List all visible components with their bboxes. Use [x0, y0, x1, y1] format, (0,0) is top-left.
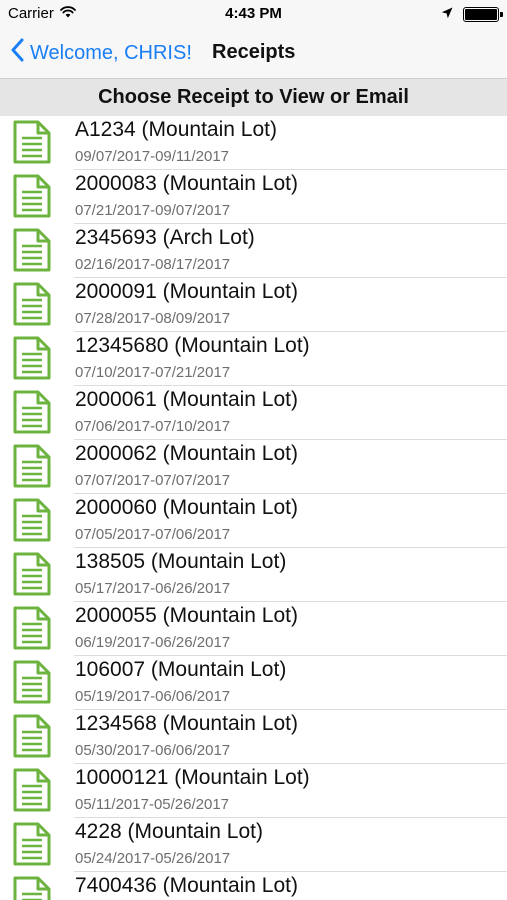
- status-right-group: [441, 6, 503, 23]
- receipt-row[interactable]: 2000083 (Mountain Lot) 07/21/2017-09/07/…: [0, 170, 507, 224]
- receipt-date-range: 06/19/2017-06/26/2017: [75, 634, 231, 651]
- receipt-row[interactable]: 7400436 (Mountain Lot): [0, 872, 507, 900]
- receipt-date-range: 05/30/2017-06/06/2017: [75, 742, 231, 759]
- document-icon: [12, 606, 52, 650]
- receipt-title: 2000091 (Mountain Lot): [75, 280, 298, 303]
- battery-icon: [463, 7, 503, 22]
- document-icon: [12, 282, 52, 326]
- receipt-title: 2345693 (Arch Lot): [75, 226, 255, 249]
- receipt-date-range: 07/06/2017-07/10/2017: [75, 418, 231, 435]
- receipt-row[interactable]: 138505 (Mountain Lot) 05/17/2017-06/26/2…: [0, 548, 507, 602]
- receipt-row[interactable]: 10000121 (Mountain Lot) 05/11/2017-05/26…: [0, 764, 507, 818]
- receipt-title: 106007 (Mountain Lot): [75, 658, 287, 681]
- receipt-title: 2000083 (Mountain Lot): [75, 172, 298, 195]
- receipt-date-range: 07/21/2017-09/07/2017: [75, 202, 231, 219]
- document-icon: [12, 228, 52, 272]
- document-icon: [12, 444, 52, 488]
- location-arrow-icon: [441, 6, 453, 23]
- receipt-title: 10000121 (Mountain Lot): [75, 766, 310, 789]
- receipt-row[interactable]: 2000061 (Mountain Lot) 07/06/2017-07/10/…: [0, 386, 507, 440]
- receipt-date-range: 05/11/2017-05/26/2017: [75, 796, 230, 813]
- receipt-title: 138505 (Mountain Lot): [75, 550, 287, 573]
- status-time: 4:43 PM: [225, 5, 282, 22]
- receipt-row[interactable]: 2000060 (Mountain Lot) 07/05/2017-07/06/…: [0, 494, 507, 548]
- receipt-row[interactable]: 106007 (Mountain Lot) 05/19/2017-06/06/2…: [0, 656, 507, 710]
- receipt-title: 4228 (Mountain Lot): [75, 820, 263, 843]
- receipt-date-range: 05/24/2017-05/26/2017: [75, 850, 231, 867]
- receipt-date-range: 02/16/2017-08/17/2017: [75, 256, 231, 273]
- document-icon: [12, 822, 52, 866]
- receipt-title: 2000060 (Mountain Lot): [75, 496, 298, 519]
- receipt-row[interactable]: 2345693 (Arch Lot) 02/16/2017-08/17/2017: [0, 224, 507, 278]
- document-icon: [12, 876, 52, 900]
- receipt-date-range: 09/07/2017-09/11/2017: [75, 148, 230, 165]
- document-icon: [12, 336, 52, 380]
- navigation-bar: Welcome, CHRIS! Receipts: [0, 28, 507, 79]
- document-icon: [12, 552, 52, 596]
- receipt-title: 12345680 (Mountain Lot): [75, 334, 310, 357]
- receipt-row[interactable]: 2000062 (Mountain Lot) 07/07/2017-07/07/…: [0, 440, 507, 494]
- receipt-title: 7400436 (Mountain Lot): [75, 874, 298, 897]
- receipt-date-range: 07/28/2017-08/09/2017: [75, 310, 231, 327]
- receipts-screen: Carrier 4:43 PM Welcome, CHRIS! Receipts…: [0, 0, 507, 900]
- document-icon: [12, 768, 52, 812]
- receipt-date-range: 07/07/2017-07/07/2017: [75, 472, 231, 489]
- receipt-date-range: 07/10/2017-07/21/2017: [75, 364, 231, 381]
- receipt-date-range: 05/19/2017-06/06/2017: [75, 688, 231, 705]
- battery-level: [465, 9, 497, 20]
- receipt-title: 2000061 (Mountain Lot): [75, 388, 298, 411]
- chevron-left-icon: [10, 38, 24, 68]
- document-icon: [12, 714, 52, 758]
- back-button-label: Welcome, CHRIS!: [30, 41, 192, 64]
- document-icon: [12, 390, 52, 434]
- section-header: Choose Receipt to View or Email: [0, 79, 507, 116]
- receipt-title: 2000062 (Mountain Lot): [75, 442, 298, 465]
- receipt-row[interactable]: 2000091 (Mountain Lot) 07/28/2017-08/09/…: [0, 278, 507, 332]
- status-bar: Carrier 4:43 PM: [0, 0, 507, 28]
- battery-tip: [500, 12, 503, 17]
- receipt-row[interactable]: A1234 (Mountain Lot) 09/07/2017-09/11/20…: [0, 116, 507, 170]
- document-icon: [12, 120, 52, 164]
- page-title: Receipts: [212, 41, 296, 63]
- receipt-title: 1234568 (Mountain Lot): [75, 712, 298, 735]
- receipt-row[interactable]: 12345680 (Mountain Lot) 07/10/2017-07/21…: [0, 332, 507, 386]
- receipt-date-range: 07/05/2017-07/06/2017: [75, 526, 231, 543]
- document-icon: [12, 174, 52, 218]
- document-icon: [12, 498, 52, 542]
- receipt-title: 2000055 (Mountain Lot): [75, 604, 298, 627]
- receipt-list: A1234 (Mountain Lot) 09/07/2017-09/11/20…: [0, 116, 507, 900]
- receipt-row[interactable]: 1234568 (Mountain Lot) 05/30/2017-06/06/…: [0, 710, 507, 764]
- receipt-row[interactable]: 2000055 (Mountain Lot) 06/19/2017-06/26/…: [0, 602, 507, 656]
- receipt-date-range: 05/17/2017-06/26/2017: [75, 580, 231, 597]
- document-icon: [12, 660, 52, 704]
- receipt-title: A1234 (Mountain Lot): [75, 118, 277, 141]
- receipt-row[interactable]: 4228 (Mountain Lot) 05/24/2017-05/26/201…: [0, 818, 507, 872]
- back-button[interactable]: Welcome, CHRIS!: [10, 38, 192, 68]
